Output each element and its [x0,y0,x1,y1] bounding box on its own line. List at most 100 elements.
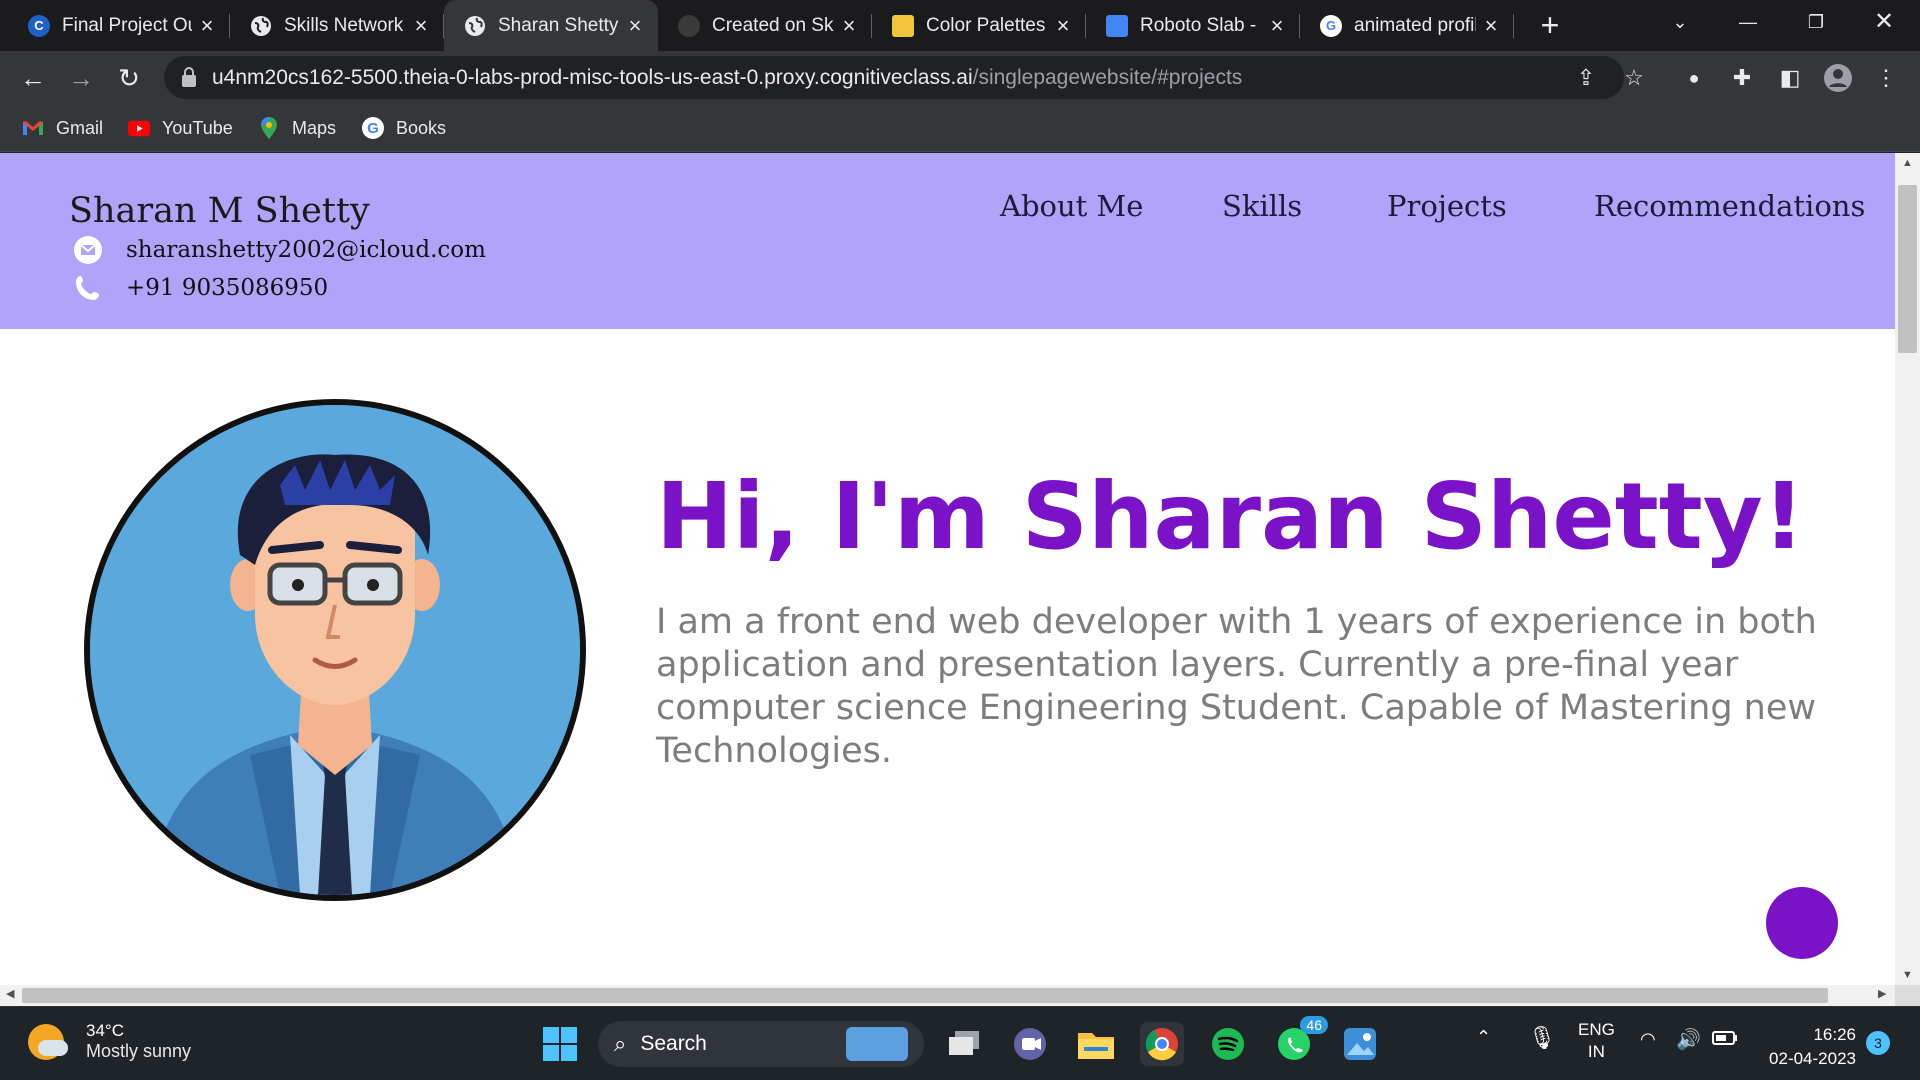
language-text: ENG [1578,1020,1615,1039]
bookmark-youtube[interactable]: YouTube [128,114,233,142]
github-icon [678,14,700,37]
region-text: IN [1587,1042,1605,1061]
contact-phone: +91 9035086950 [74,274,328,302]
tab-github[interactable]: Created on Skil × [658,0,872,51]
address-bar[interactable]: u4nm20cs162-5500.theia-0-labs-prod-misc-… [164,56,1624,99]
profile-avatar-icon[interactable] [1820,60,1856,96]
search-icon: ⌕ [614,1031,627,1056]
spotify-icon[interactable] [1206,1022,1250,1066]
bookmark-books[interactable]: G Books [362,114,446,142]
close-tab-icon[interactable]: × [1048,13,1078,39]
phone-icon [74,274,102,302]
google-icon: G [362,117,384,139]
wifi-icon[interactable]: ◠ [1640,1029,1656,1050]
temperature: 34°C [86,1021,124,1040]
tab-skills-network[interactable]: Skills Network × [230,0,444,51]
email-text[interactable]: sharanshetty2002@icloud.com [126,237,486,263]
scroll-right-arrow-icon[interactable]: ▶ [1878,987,1886,1000]
file-explorer-icon[interactable] [1074,1022,1118,1066]
tab-color-palettes[interactable]: Color Palettes × [872,0,1086,51]
bookmarks-bar: Gmail YouTube Maps G Books [0,104,1920,152]
close-tab-icon[interactable]: × [834,13,864,39]
tab-roboto-slab[interactable]: Roboto Slab - G × [1086,0,1300,51]
tab-sharan-shetty[interactable]: Sharan Shetty × [444,0,658,51]
tab-search-chevron-icon[interactable]: ⌄ [1652,0,1708,44]
maps-icon [258,117,280,139]
battery-icon[interactable] [1712,1029,1738,1050]
tab-animated-profile[interactable]: G animated profil × [1300,0,1514,51]
volume-icon[interactable]: 🔊 [1676,1027,1701,1052]
side-panel-icon[interactable]: ◧ [1772,60,1808,96]
url-host: u4nm20cs162-5500.theia-0-labs-prod-misc-… [212,65,973,89]
search-label: Search [640,1032,707,1055]
restore-button[interactable]: ❐ [1788,0,1844,44]
taskbar-search[interactable]: ⌕ Search [598,1021,924,1067]
tab-title: Skills Network [284,14,404,36]
new-tab-button[interactable]: + [1532,6,1568,44]
reload-button[interactable]: ↻ [110,59,148,97]
minimize-button[interactable]: — [1720,0,1776,44]
close-tab-icon[interactable]: × [406,13,436,39]
back-button[interactable]: ← [14,59,52,97]
vertical-scrollbar[interactable]: ▲ ▼ [1895,153,1920,985]
scrollbar-thumb[interactable] [22,988,1828,1003]
whatsapp-badge: 46 [1300,1016,1328,1034]
whatsapp-icon[interactable]: 46 [1272,1016,1328,1066]
avatar-illustration [90,405,580,895]
profile-avatar [84,399,586,901]
nav-recommendations[interactable]: Recommendations [1594,189,1865,223]
notification-badge[interactable]: 3 [1866,1031,1890,1055]
microphone-icon[interactable]: 🎙 [1528,1025,1556,1051]
close-window-button[interactable]: ✕ [1856,0,1912,44]
globe-icon [250,15,272,37]
tab-title: Color Palettes [926,14,1046,36]
scroll-down-arrow-icon[interactable]: ▼ [1895,969,1920,981]
task-view-icon[interactable] [942,1022,986,1066]
lock-icon[interactable] [182,66,196,87]
chrome-icon[interactable] [1140,1022,1184,1066]
tab-title: Created on Skil [712,14,834,36]
clock-time: 16:26 [1813,1025,1856,1044]
nav-about-me[interactable]: About Me [1000,189,1143,223]
scroll-left-arrow-icon[interactable]: ◀ [6,987,14,1000]
clock[interactable]: 16:26 02-04-2023 [1760,1023,1856,1071]
bookmark-maps[interactable]: Maps [258,114,336,142]
extension-icon[interactable]: ● [1676,60,1712,96]
scroll-up-arrow-icon[interactable]: ▲ [1895,157,1920,169]
browser-toolbar: ← → ↻ u4nm20cs162-5500.theia-0-labs-prod… [0,51,1920,104]
forward-button[interactable]: → [62,59,100,97]
close-tab-icon[interactable]: × [1262,13,1292,39]
palette-icon [892,14,914,37]
language-indicator[interactable]: ENG IN [1578,1019,1615,1063]
horizontal-scrollbar[interactable]: ◀ ▶ [0,985,1895,1006]
weather-widget[interactable]: 34°C Mostly sunny [28,1021,191,1062]
scrollbar-thumb[interactable] [1898,185,1917,353]
url-path: /singlepagewebsite/#projects [972,65,1243,89]
start-button[interactable] [538,1022,582,1066]
search-highlight-icon [846,1027,908,1061]
bookmark-star-icon[interactable]: ☆ [1616,60,1652,96]
hero-title: Hi, I'm Sharan Shetty! [656,463,1805,570]
weather-description: Mostly sunny [86,1041,192,1061]
bookmark-label: Gmail [56,117,104,138]
scroll-to-top-button[interactable] [1766,887,1838,959]
close-tab-icon[interactable]: × [1476,13,1506,39]
nav-projects[interactable]: Projects [1387,189,1507,223]
teams-chat-icon[interactable] [1008,1022,1052,1066]
bookmark-gmail[interactable]: Gmail [22,114,103,142]
show-hidden-icons-chevron[interactable]: ⌃ [1476,1027,1491,1048]
tab-title: Final Project Ou [62,14,192,36]
menu-kebab-icon[interactable]: ⋮ [1868,60,1904,96]
bookmark-label: Books [396,117,447,138]
phone-text[interactable]: +91 9035086950 [126,275,328,301]
globe-icon [464,15,486,37]
photos-icon[interactable] [1338,1022,1382,1066]
close-tab-icon[interactable]: × [192,13,222,39]
close-tab-icon[interactable]: × [620,13,650,39]
tab-strip: C Final Project Ou × Skills Network × Sh… [0,0,1920,51]
tab-final-project[interactable]: C Final Project Ou × [8,0,230,51]
nav-skills[interactable]: Skills [1222,189,1302,223]
share-icon[interactable]: ⇪ [1568,60,1604,96]
puzzle-icon[interactable]: ✚ [1724,60,1760,96]
site-name: Sharan M Shetty [69,191,370,231]
